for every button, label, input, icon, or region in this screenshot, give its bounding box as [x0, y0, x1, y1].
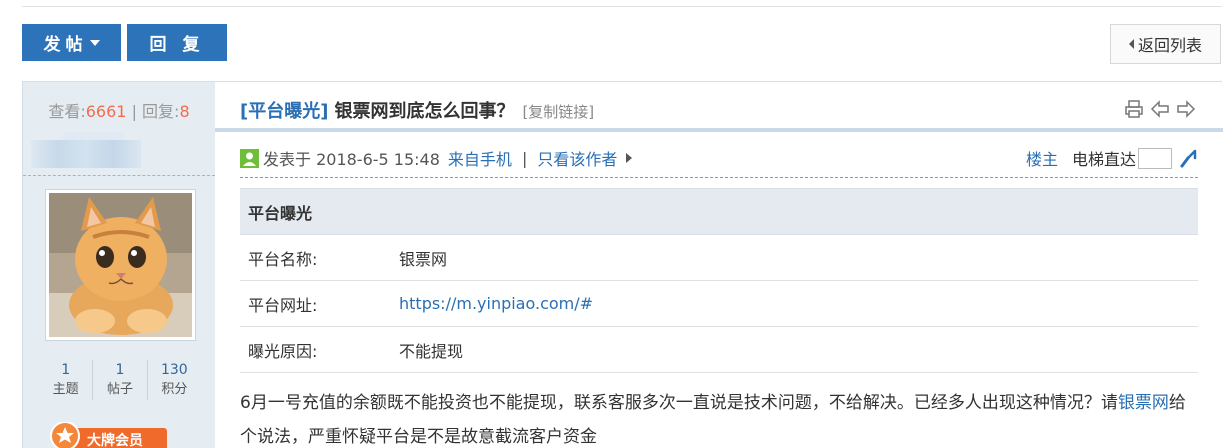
stat-posts-value: 1: [115, 362, 125, 378]
post-meta: 发表于 2018-6-5 15:48 来自手机 | 只看该作者 楼主 电梯直达: [240, 147, 1198, 169]
platform-name-key: 平台名称:: [240, 234, 399, 281]
sidebar-divider: [23, 175, 215, 176]
stat-posts-label: 帖子: [106, 382, 133, 397]
platform-name-value: 银票网: [399, 234, 1198, 281]
stat-topics[interactable]: 1 主题: [39, 360, 92, 400]
post-date: 发表于 2018-6-5 15:48: [263, 150, 440, 169]
reply-button[interactable]: 回 复: [127, 24, 227, 61]
new-post-label: 发帖: [43, 35, 88, 55]
vip-badge-label: 大牌会员: [87, 432, 143, 448]
exposure-reason-value: 不能提现: [399, 326, 1198, 373]
floor-label[interactable]: 楼主: [1026, 146, 1058, 170]
chevron-down-icon: [89, 39, 100, 46]
only-author-link[interactable]: 只看该作者: [537, 146, 617, 170]
new-post-button[interactable]: 发帖: [22, 24, 121, 61]
post-container: 查看:6661 | 回复:8 1 主题 1 帖子 130 积分 大牌会员 [平台…: [22, 81, 1223, 448]
post-content: [平台曝光] 银票网到底怎么回事？ [复制链接] 发表于 2018-6-5 15…: [215, 82, 1223, 448]
user-stats: 1 主题 1 帖子 130 积分: [39, 360, 201, 400]
stat-topics-label: 主题: [52, 382, 79, 397]
floor-jump-input[interactable]: [1138, 147, 1172, 169]
views-count: 6661: [85, 102, 127, 121]
table-row: 平台网址: https://m.yinpiao.com/#: [240, 280, 1198, 327]
thread-category-link[interactable]: [平台曝光]: [240, 97, 328, 123]
reply-label: 回 复: [149, 35, 205, 55]
top-divider: [22, 6, 1222, 7]
prev-thread-icon[interactable]: [1150, 99, 1170, 119]
print-icon[interactable]: [1124, 99, 1144, 119]
stat-points-value: 130: [160, 362, 188, 378]
thread-tools: [1124, 99, 1196, 119]
back-to-list-button[interactable]: 返回列表: [1110, 24, 1221, 64]
stat-topics-value: 1: [61, 362, 71, 378]
meta-separator: |: [521, 148, 528, 168]
table-header: 平台曝光: [240, 188, 1198, 235]
table-row: 平台名称: 银票网: [240, 234, 1198, 281]
platform-url-link[interactable]: https://m.yinpiao.com/#: [399, 280, 1198, 327]
stat-points[interactable]: 130 积分: [146, 360, 201, 400]
table-row: 曝光原因: 不能提现: [240, 326, 1198, 373]
back-to-list-label: 返回列表: [1137, 36, 1202, 55]
platform-url-key: 平台网址:: [240, 280, 399, 327]
elevator-label: 电梯直达: [1071, 150, 1136, 169]
copy-link-button[interactable]: [复制链接]: [522, 101, 594, 122]
post-body: 6月一号充值的余额既不能投资也不能提现，联系客服多次一直说是技术问题，不给解决。…: [240, 386, 1198, 448]
vip-badge: 大牌会员: [50, 422, 167, 448]
avatar[interactable]: [45, 189, 196, 341]
thread-title: [平台曝光] 银票网到底怎么回事？ [复制链接]: [240, 97, 594, 123]
cat-avatar-image: [49, 193, 192, 337]
online-user-icon: [240, 148, 259, 168]
platform-inline-link[interactable]: 银票网: [1118, 393, 1169, 413]
views-label: 查看:: [48, 102, 86, 121]
blurred-username[interactable]: [31, 140, 141, 168]
meta-divider: [240, 177, 1198, 178]
exposure-reason-key: 曝光原因:: [240, 326, 399, 373]
post-meta-right: 楼主 电梯直达: [1026, 146, 1198, 170]
post-body-part1: 6月一号充值的余额既不能投资也不能提现，联系客服多次一直说是技术问题，不给解决。…: [240, 393, 1118, 413]
thread-title-text: 银票网到底怎么回事？: [334, 101, 515, 122]
stat-posts[interactable]: 1 帖子: [92, 360, 146, 400]
replies-label: 回复:: [142, 102, 180, 121]
stats-divider: |: [131, 102, 137, 121]
platform-info-table: 平台曝光 平台名称: 银票网 平台网址: https://m.yinpiao.c…: [240, 188, 1198, 373]
thread-stats: 查看:6661 | 回复:8: [23, 98, 215, 122]
stat-points-label: 积分: [161, 382, 188, 397]
next-thread-icon[interactable]: [1176, 99, 1196, 119]
table-header-row: 平台曝光: [240, 188, 1198, 235]
jump-icon[interactable]: [1178, 148, 1198, 168]
author-sidebar: 查看:6661 | 回复:8 1 主题 1 帖子 130 积分 大牌会员: [23, 82, 215, 448]
chevron-right-icon: [626, 153, 633, 163]
title-separator: [215, 128, 1223, 132]
replies-count: 8: [179, 102, 190, 121]
chevron-left-icon: [1128, 39, 1134, 49]
from-mobile-link[interactable]: 来自手机: [448, 146, 512, 170]
